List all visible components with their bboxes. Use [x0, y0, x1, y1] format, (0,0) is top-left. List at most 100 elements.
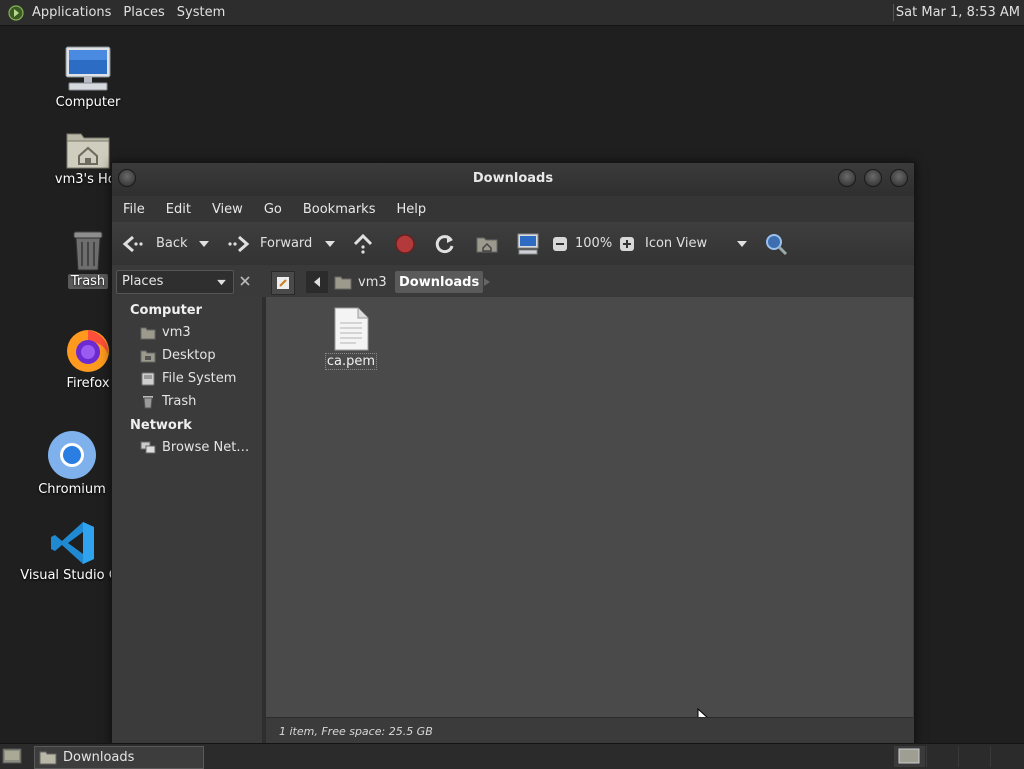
top-panel: Applications Places System Sat Mar 1, 8:… — [0, 0, 1024, 26]
path-crumb-label: Downloads — [399, 274, 480, 290]
computer-button[interactable] — [516, 222, 540, 265]
status-bar: 1 item, Free space: 25.5 GB — [266, 717, 913, 746]
file-item[interactable]: ca.pem — [322, 307, 380, 370]
chevron-right-icon — [484, 278, 490, 286]
zoom-label: 100% — [575, 236, 613, 251]
taskbar-item-downloads[interactable]: Downloads — [34, 746, 204, 769]
sidebar-item-label: Desktop — [162, 348, 216, 363]
sidebar-selector-label: Places — [122, 274, 164, 289]
trash-icon — [143, 395, 153, 408]
reload-icon — [435, 234, 454, 253]
desktop-icon-label: Computer — [55, 95, 121, 110]
stop-button[interactable] — [394, 222, 416, 265]
view-mode-label: Icon View — [645, 236, 708, 251]
workspace-3[interactable] — [958, 746, 989, 767]
search-button[interactable] — [764, 222, 788, 265]
sidebar-item-browse-network[interactable]: Browse Net… — [140, 440, 249, 455]
status-text: 1 item, Free space: 25.5 GB — [279, 725, 433, 738]
system-menu[interactable]: System — [171, 0, 231, 25]
file-view[interactable]: ca.pem — [266, 297, 913, 728]
zoom-level[interactable]: 100% — [575, 222, 612, 265]
back-button[interactable]: Back — [122, 222, 188, 265]
desktop-folder-icon — [140, 350, 156, 362]
workspace-2[interactable] — [926, 746, 957, 767]
chevron-left-icon — [314, 277, 320, 287]
view-mode-select[interactable]: Icon View — [645, 222, 751, 265]
location-bar: Places vm3 Downloads — [112, 265, 914, 298]
window-titlebar[interactable]: Downloads — [112, 163, 914, 196]
home-folder-icon — [66, 133, 110, 169]
taskbar-item-label: Downloads — [63, 750, 135, 765]
back-arrow-icon — [122, 235, 143, 252]
zoom-out-button[interactable] — [552, 222, 568, 265]
stop-icon — [395, 233, 415, 254]
path-crumb-vm3[interactable]: vm3 — [334, 271, 387, 293]
forward-label: Forward — [260, 236, 313, 251]
window-menu-button[interactable] — [118, 169, 136, 187]
panel-separator — [893, 4, 894, 21]
trash-icon — [73, 231, 103, 271]
forward-arrow-icon — [228, 235, 250, 252]
clock[interactable]: Sat Mar 1, 8:53 AM — [896, 0, 1020, 25]
places-sidebar: Computer vm3 Desktop File System Trash N… — [112, 297, 263, 745]
sidebar-item-label: File System — [162, 371, 237, 386]
zoom-in-button[interactable] — [619, 222, 635, 265]
menu-file[interactable]: File — [112, 202, 155, 217]
chromium-icon — [48, 431, 96, 479]
path-crumb-downloads[interactable]: Downloads — [395, 271, 484, 293]
sidebar-item-desktop[interactable]: Desktop — [140, 348, 216, 363]
back-history-dropdown[interactable] — [198, 222, 210, 265]
maximize-button[interactable] — [864, 169, 882, 187]
path-scroll-right-button[interactable] — [480, 271, 494, 293]
window-thumbnail-icon — [898, 748, 920, 764]
reload-button[interactable] — [434, 222, 456, 265]
sidebar-item-vm3[interactable]: vm3 — [140, 325, 191, 340]
close-button[interactable] — [890, 169, 908, 187]
window-title: Downloads — [472, 171, 554, 186]
path-crumb-label: vm3 — [358, 274, 387, 290]
show-desktop-button[interactable] — [2, 747, 22, 765]
desktop-icon-computer[interactable]: Computer — [48, 45, 128, 110]
dropdown-arrow-icon — [199, 240, 209, 247]
dropdown-arrow-icon — [217, 279, 226, 286]
network-icon — [140, 441, 156, 453]
dropdown-arrow-icon — [737, 241, 747, 247]
file-manager-window: Downloads File Edit View Go Bookmarks He… — [111, 162, 915, 746]
drive-icon — [141, 372, 155, 385]
home-folder-icon — [140, 327, 156, 339]
applications-menu[interactable]: Applications — [26, 0, 117, 25]
minimize-button[interactable] — [838, 169, 856, 187]
home-button[interactable] — [476, 222, 498, 265]
sidebar-item-filesystem[interactable]: File System — [140, 371, 236, 386]
desktop-icon-chromium[interactable]: Chromium — [32, 430, 112, 497]
up-button[interactable] — [352, 222, 374, 265]
path-scroll-left-button[interactable] — [306, 271, 328, 293]
sidebar-item-label: Browse Net… — [162, 440, 250, 455]
computer-icon — [65, 46, 111, 91]
menu-view[interactable]: View — [201, 202, 253, 217]
back-label: Back — [156, 236, 188, 251]
computer-icon — [517, 233, 539, 254]
sidebar-item-label: Trash — [162, 394, 197, 409]
workspace-4[interactable] — [990, 746, 1024, 767]
home-folder-icon — [334, 276, 352, 290]
menu-go[interactable]: Go — [253, 202, 292, 217]
forward-button[interactable]: Forward — [226, 222, 312, 265]
folder-icon — [39, 751, 57, 765]
mate-logo-icon[interactable] — [8, 4, 24, 21]
close-icon — [240, 276, 250, 286]
places-menu[interactable]: Places — [117, 0, 170, 25]
desktop-icon-label: Trash — [67, 274, 109, 289]
sidebar-item-trash[interactable]: Trash — [140, 394, 196, 409]
close-sidebar-button[interactable] — [234, 270, 256, 292]
home-folder-icon — [476, 237, 498, 252]
workspace-1[interactable] — [894, 746, 925, 767]
toggle-location-entry-button[interactable] — [271, 271, 295, 295]
bottom-panel: Downloads — [0, 743, 1024, 769]
menu-help[interactable]: Help — [385, 202, 436, 217]
sidebar-item-label: vm3 — [162, 325, 191, 340]
sidebar-selector[interactable]: Places — [116, 270, 234, 294]
menu-edit[interactable]: Edit — [155, 202, 201, 217]
menu-bookmarks[interactable]: Bookmarks — [292, 202, 386, 217]
forward-history-dropdown[interactable] — [324, 222, 336, 265]
